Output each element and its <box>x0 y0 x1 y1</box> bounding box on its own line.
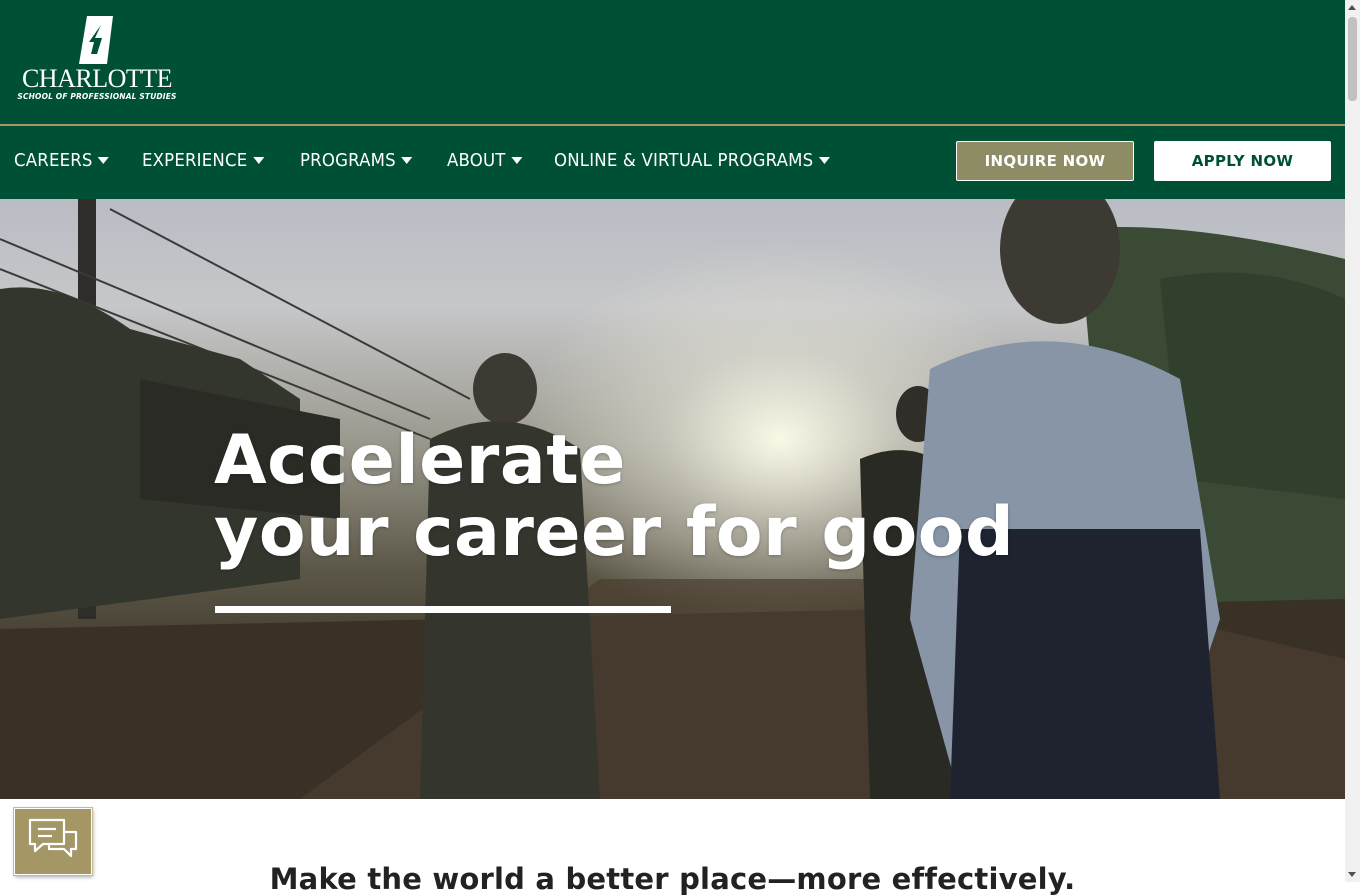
inquire-now-button[interactable]: INQUIRE NOW <box>956 141 1134 181</box>
nav-item-label: EXPERIENCE <box>142 150 248 171</box>
nav-menu: CAREERS EXPERIENCE PROGRAMS ABOUT ONLINE… <box>14 126 879 199</box>
nav-item-label: CAREERS <box>14 150 93 171</box>
nav-item-label: ABOUT <box>447 150 506 171</box>
nav-item-experience[interactable]: EXPERIENCE <box>142 150 265 171</box>
scrollbar-thumb[interactable] <box>1348 17 1357 101</box>
page-scrollbar[interactable] <box>1345 0 1360 882</box>
logo-mark-icon <box>79 16 113 64</box>
hero-heading-line-1: Accelerate <box>214 421 626 500</box>
chat-bubbles-icon <box>28 818 78 857</box>
nav-item-online-virtual-programs[interactable]: ONLINE & VIRTUAL PROGRAMS <box>554 150 830 171</box>
site-header: CHARLOTTE SCHOOL OF PROFESSIONAL STUDIES <box>0 0 1345 124</box>
logo-wordmark: CHARLOTTE <box>21 64 173 93</box>
site-logo[interactable]: CHARLOTTE SCHOOL OF PROFESSIONAL STUDIES <box>14 16 180 106</box>
caret-down-icon <box>98 157 110 164</box>
caret-down-icon <box>818 157 830 164</box>
hero-heading: Accelerate your career for good <box>214 425 1014 569</box>
hero-banner: Accelerate your career for good <box>0 199 1345 799</box>
hero-underline <box>215 606 671 613</box>
apply-now-button[interactable]: APPLY NOW <box>1154 141 1331 181</box>
nav-item-label: PROGRAMS <box>300 150 396 171</box>
scroll-up-icon[interactable] <box>1348 5 1356 10</box>
caret-down-icon <box>401 157 413 164</box>
nav-item-careers[interactable]: CAREERS <box>14 150 110 171</box>
nav-item-label: ONLINE & VIRTUAL PROGRAMS <box>553 150 814 171</box>
intro-tagline: Make the world a better place—more effec… <box>269 862 1076 896</box>
chat-button[interactable] <box>14 808 92 875</box>
nav-item-programs[interactable]: PROGRAMS <box>300 150 413 171</box>
scroll-down-icon[interactable] <box>1348 872 1356 877</box>
caret-down-icon <box>511 157 523 164</box>
logo-subtitle: SCHOOL OF PROFESSIONAL STUDIES <box>17 92 177 101</box>
caret-down-icon <box>253 157 265 164</box>
main-navigation: CAREERS EXPERIENCE PROGRAMS ABOUT ONLINE… <box>0 126 1345 199</box>
nav-item-about[interactable]: ABOUT <box>447 150 523 171</box>
hero-heading-line-2: your career for good <box>214 493 1015 572</box>
